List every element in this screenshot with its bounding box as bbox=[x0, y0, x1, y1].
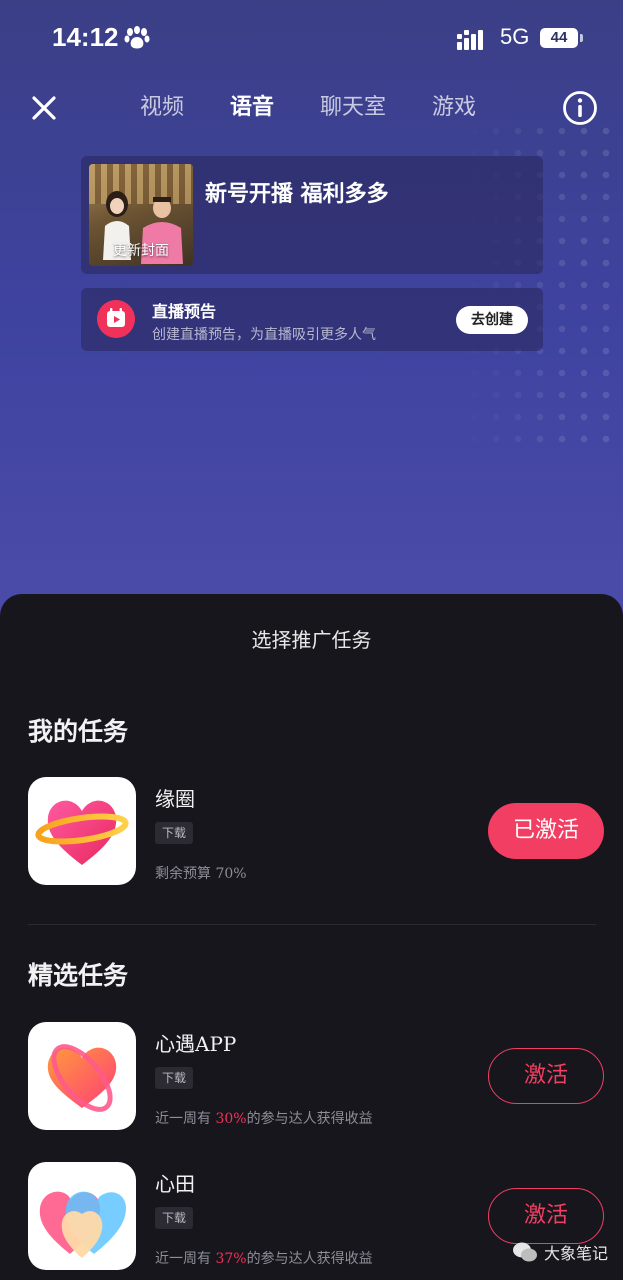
activate-button[interactable]: 激活 bbox=[488, 1188, 604, 1244]
stats-prefix: 近一周有 bbox=[155, 1111, 216, 1127]
status-time: 14:12 bbox=[52, 22, 119, 52]
tab-video[interactable]: 视频 bbox=[140, 90, 184, 126]
task-budget: 剩余预算 70% bbox=[155, 866, 247, 882]
stats-prefix: 近一周有 bbox=[155, 1251, 216, 1267]
task-name: 缘圈 bbox=[155, 787, 195, 811]
task-stats: 近一周有 30%的参与达人获得收益 bbox=[155, 1108, 373, 1128]
battery-tip bbox=[580, 34, 583, 42]
network-type: 5G bbox=[500, 24, 530, 49]
task-stats: 近一周有 37%的参与达人获得收益 bbox=[155, 1248, 373, 1268]
close-icon[interactable] bbox=[26, 90, 62, 126]
info-icon[interactable] bbox=[562, 90, 598, 126]
featured-tasks-heading: 精选任务 bbox=[28, 961, 129, 990]
section-divider bbox=[28, 924, 596, 925]
promotion-task-sheet: 选择推广任务 我的任务 缘圈 下载 剩余预算 70% 已激活 精选任务 心遇AP… bbox=[0, 594, 623, 1280]
live-title[interactable]: 新号开播 福利多多 bbox=[205, 176, 389, 208]
task-name: 心遇APP bbox=[155, 1032, 237, 1056]
task-tag: 下载 bbox=[155, 822, 194, 844]
stats-suffix: 的参与达人获得收益 bbox=[246, 1111, 373, 1127]
app-icon-xintian bbox=[28, 1162, 136, 1270]
tab-chatroom[interactable]: 聊天室 bbox=[320, 90, 386, 126]
task-tag: 下载 bbox=[155, 1067, 194, 1089]
stats-suffix: 的参与达人获得收益 bbox=[246, 1251, 373, 1267]
stats-percent: 30% bbox=[215, 1111, 247, 1127]
update-cover-label: 更新封面 bbox=[113, 243, 169, 259]
watermark-text: 大象笔记 bbox=[544, 1244, 609, 1263]
paw-icon bbox=[124, 26, 150, 49]
wechat-icon bbox=[513, 1242, 537, 1262]
status-bar: 14:12 5G 44 bbox=[0, 0, 623, 78]
battery-icon: 44 bbox=[540, 28, 578, 48]
task-item-yuanquan[interactable]: 缘圈 下载 剩余预算 70% 已激活 bbox=[28, 777, 604, 887]
my-tasks-heading: 我的任务 bbox=[28, 717, 129, 746]
sheet-title: 选择推广任务 bbox=[251, 628, 372, 652]
tab-game[interactable]: 游戏 bbox=[432, 90, 476, 126]
double-heart-icon bbox=[39, 1191, 126, 1258]
task-item-xinyu[interactable]: 心遇APP 下载 近一周有 30%的参与达人获得收益 激活 bbox=[28, 1022, 604, 1132]
activate-button[interactable]: 激活 bbox=[488, 1048, 604, 1104]
tab-voice[interactable]: 语音 bbox=[230, 90, 274, 126]
heart-ring-icon bbox=[35, 800, 129, 865]
task-name: 心田 bbox=[155, 1172, 195, 1196]
cover-card: 更新封面 新号开播 福利多多 bbox=[81, 156, 543, 274]
watermark: 大象笔记 bbox=[512, 1238, 608, 1266]
heart-orbit-icon bbox=[47, 1044, 117, 1112]
preview-subtitle: 创建直播预告，为直播吸引更多人气 bbox=[152, 327, 376, 343]
create-button[interactable]: 去创建 bbox=[456, 306, 528, 334]
task-tag: 下载 bbox=[155, 1207, 194, 1229]
cover-thumbnail[interactable]: 更新封面 bbox=[89, 164, 193, 266]
tab-bar: 视频 语音 聊天室 游戏 bbox=[140, 90, 522, 126]
preview-title: 直播预告 bbox=[152, 302, 217, 321]
live-preview-card: 直播预告 创建直播预告，为直播吸引更多人气 去创建 bbox=[81, 288, 543, 351]
app-icon-xinyu bbox=[28, 1022, 136, 1130]
calendar-play-icon bbox=[97, 300, 135, 338]
signal-icon bbox=[457, 30, 483, 50]
app-icon-yuanquan bbox=[28, 777, 136, 885]
stats-percent: 37% bbox=[215, 1251, 247, 1267]
activated-button[interactable]: 已激活 bbox=[488, 803, 604, 859]
